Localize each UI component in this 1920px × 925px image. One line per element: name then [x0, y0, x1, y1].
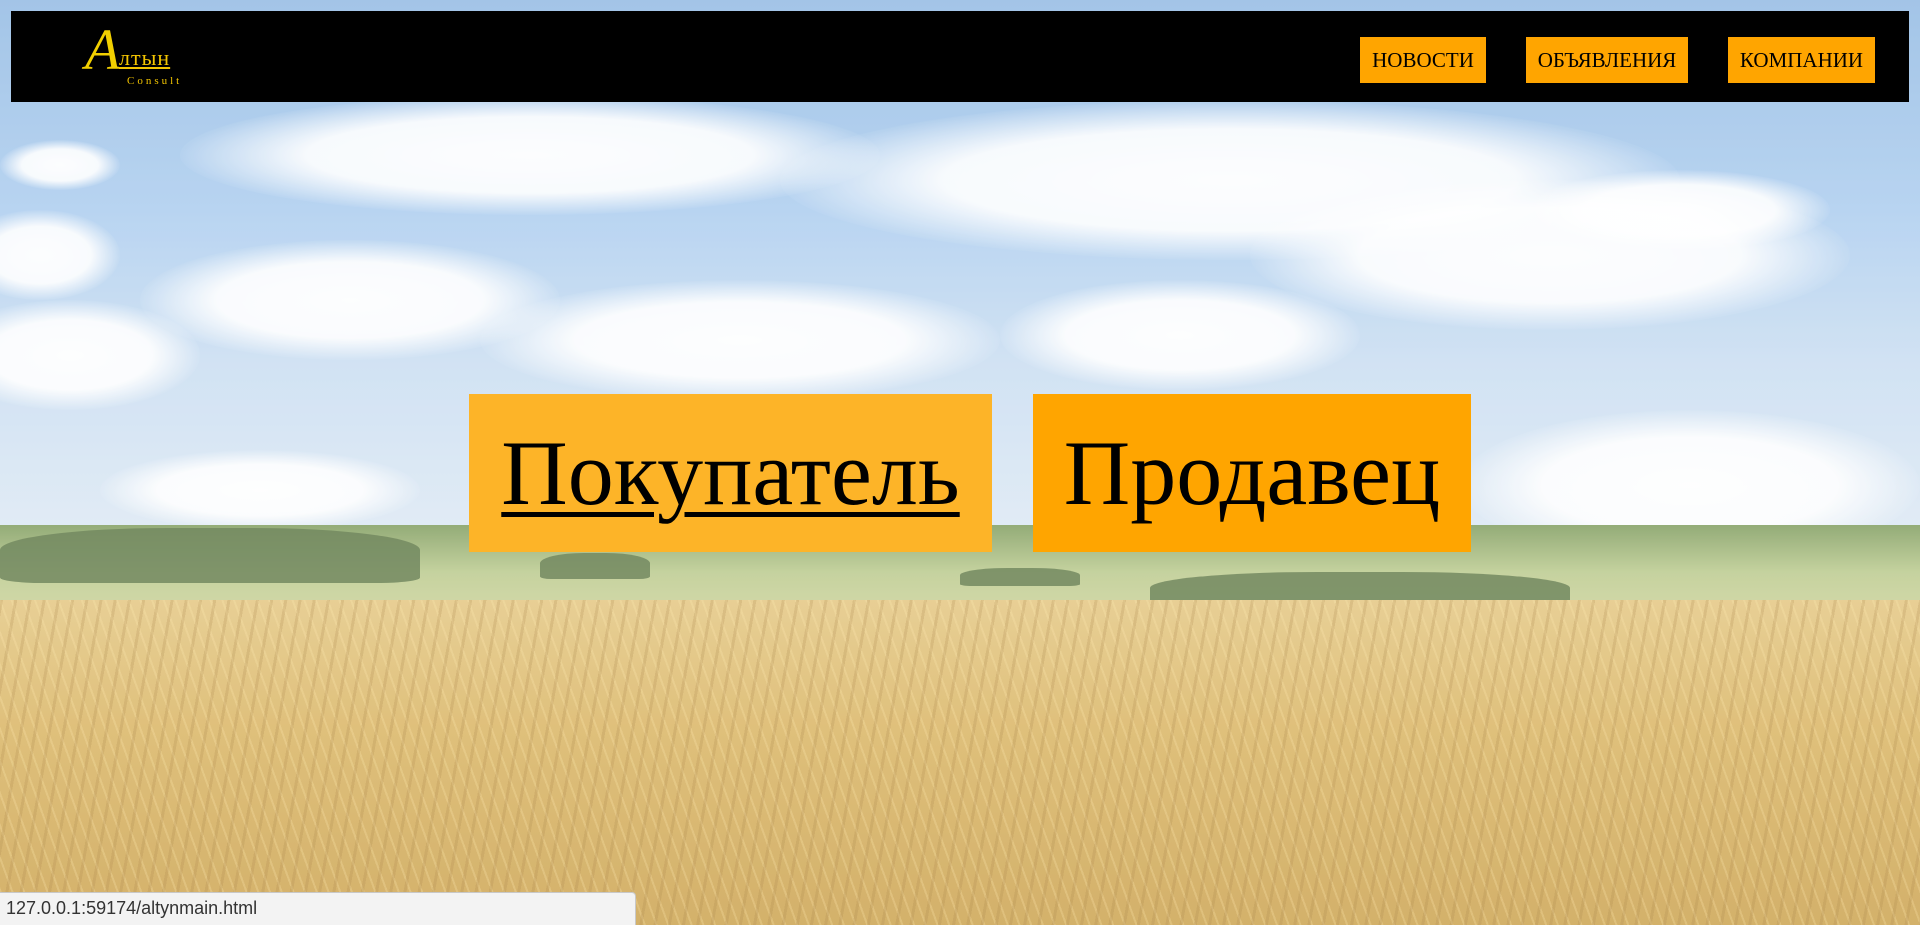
logo-word: лтын — [119, 45, 171, 70]
nav-ads-button[interactable]: ОБЪЯВЛЕНИЯ — [1526, 37, 1688, 83]
nav-companies-button[interactable]: КОМПАНИИ — [1728, 37, 1875, 83]
seller-button[interactable]: Продавец — [1033, 394, 1471, 552]
nav-news-button[interactable]: НОВОСТИ — [1360, 37, 1486, 83]
status-bar-url: 127.0.0.1:59174/altynmain.html — [0, 892, 636, 925]
buyer-button[interactable]: Покупатель — [469, 394, 992, 552]
navbar: А лтын Consult НОВОСТИ ОБЪЯВЛЕНИЯ КОМПАН… — [11, 11, 1909, 102]
logo[interactable]: А лтын Consult — [85, 21, 215, 88]
logo-subtitle: Consult — [127, 75, 183, 87]
logo-mark: А — [85, 17, 121, 82]
